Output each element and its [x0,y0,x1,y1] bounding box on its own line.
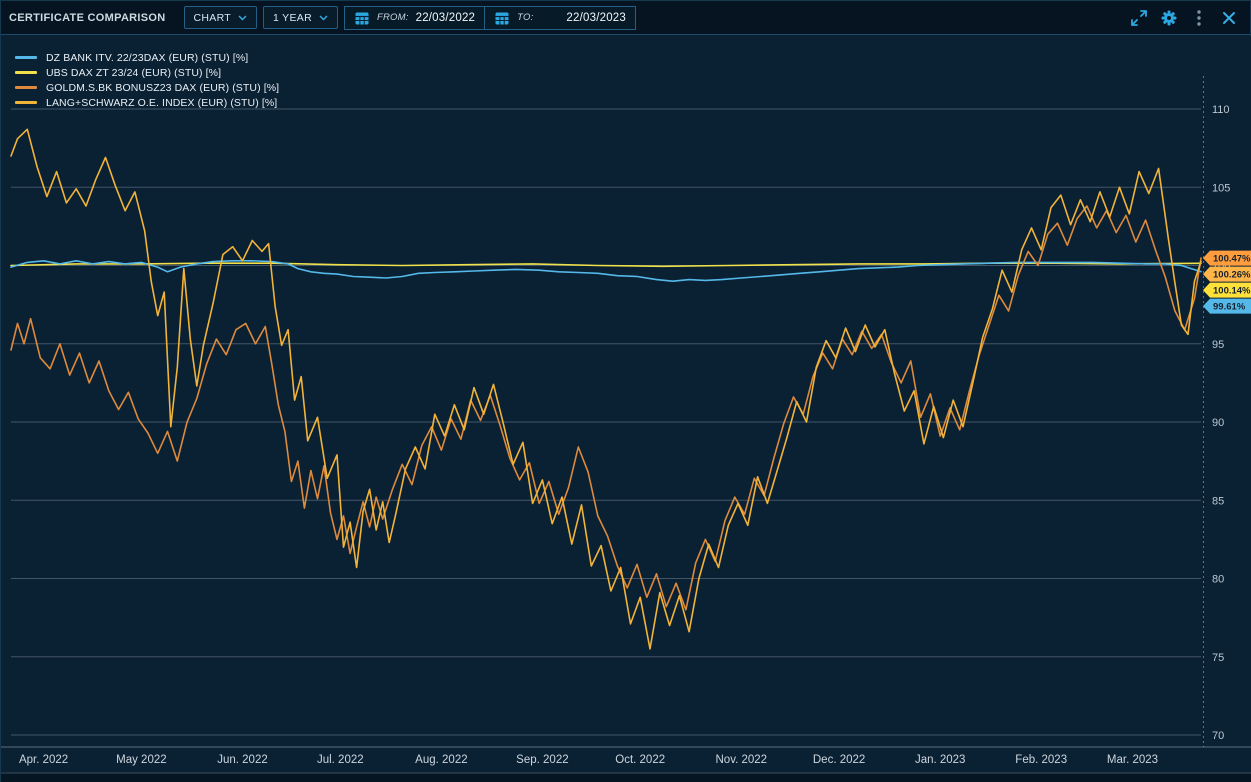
price-tag-value: 100.26% [1213,270,1251,281]
legend-color-swatch [15,56,37,59]
chart-panel: 707580859095100105110Apr. 2022May 2022Ju… [1,36,1251,782]
expand-icon [1129,8,1149,28]
legend-item-ubs[interactable]: UBS DAX ZT 23/24 (EUR) (STU) [%] [15,65,279,80]
settings-button[interactable] [1156,6,1182,30]
y-axis-tick-label: 95 [1212,339,1224,351]
to-date-value[interactable]: 22/03/2023 [566,12,626,24]
comparison-chart[interactable]: 707580859095100105110Apr. 2022May 2022Ju… [1,36,1251,782]
series-line-goldman[interactable] [11,206,1201,610]
price-tag-value: 100.14% [1213,286,1251,297]
x-axis-tick-label: Dec. 2022 [813,754,865,766]
x-axis-tick-label: Feb. 2023 [1015,754,1067,766]
price-tag-value: 99.61% [1213,302,1246,313]
x-axis-tick-label: Mar. 2023 [1107,754,1158,766]
time-range-dropdown-label: 1 YEAR [273,12,312,24]
chevron-down-icon [319,15,328,21]
y-axis-tick-label: 90 [1212,417,1224,429]
from-date-field[interactable]: FROM: 22/03/2022 [344,6,485,30]
legend-color-swatch [15,86,37,89]
legend-item-lang-schwarz[interactable]: LANG+SCHWARZ O.E. INDEX (EUR) (STU) [%] [15,95,279,110]
certificate-comparison-window: CERTIFICATE COMPARISON CHART 1 YEAR FROM… [0,0,1251,782]
legend-label: DZ BANK ITV. 22/23DAX (EUR) (STU) [%] [46,52,248,64]
y-axis-tick-label: 105 [1212,182,1230,194]
y-axis-tick-label: 70 [1212,730,1224,742]
x-axis-tick-label: Oct. 2022 [615,754,665,766]
chevron-down-icon [238,15,247,21]
series-line-lang-schwarz[interactable] [11,129,1201,649]
price-tag-value: 100.47% [1213,254,1251,265]
legend-color-swatch [15,101,37,104]
legend-item-goldman[interactable]: GOLDM.S.BK BONUSZ23 DAX (EUR) (STU) [%] [15,80,279,95]
x-axis-tick-label: Jun. 2022 [217,754,268,766]
more-options-button[interactable] [1186,6,1212,30]
close-button[interactable] [1216,6,1242,30]
page-title: CERTIFICATE COMPARISON [9,12,166,24]
x-axis-tick-label: May 2022 [116,754,167,766]
legend-label: LANG+SCHWARZ O.E. INDEX (EUR) (STU) [%] [46,97,277,109]
calendar-icon[interactable] [494,10,510,26]
last-value-tag-dz-bank: 99.61% [1203,299,1251,314]
gear-icon [1159,8,1179,28]
kebab-menu-icon [1196,9,1202,27]
last-value-tag-ubs: 100.14% [1203,283,1251,298]
x-axis-tick-label: Jul. 2022 [317,754,364,766]
to-label: TO: [517,12,533,23]
x-axis-tick-label: Apr. 2022 [19,754,68,766]
x-axis-tick-label: Jan. 2023 [915,754,966,766]
x-axis-tick-label: Nov. 2022 [716,754,768,766]
chart-type-dropdown-label: CHART [194,12,231,24]
y-axis-tick-label: 85 [1212,495,1224,507]
expand-button[interactable] [1126,6,1152,30]
chart-type-dropdown[interactable]: CHART [184,6,257,29]
to-date-field[interactable]: TO: 22/03/2023 [484,6,636,30]
footer-strip [1,774,1251,782]
y-axis-tick-label: 80 [1212,574,1224,586]
last-value-tag-lang-schwarz: 100.26% [1203,267,1251,282]
legend-item-dz-bank[interactable]: DZ BANK ITV. 22/23DAX (EUR) (STU) [%] [15,50,279,65]
legend-label: UBS DAX ZT 23/24 (EUR) (STU) [%] [46,67,221,79]
calendar-icon[interactable] [354,10,370,26]
close-icon [1221,10,1237,26]
time-range-dropdown[interactable]: 1 YEAR [263,6,338,29]
last-value-tag-goldman: 100.47% [1203,251,1251,266]
y-axis-tick-label: 110 [1212,104,1230,116]
from-date-value[interactable]: 22/03/2022 [416,12,476,24]
x-axis-tick-label: Aug. 2022 [415,754,467,766]
y-axis-tick-label: 75 [1212,652,1224,664]
x-axis-tick-label: Sep. 2022 [516,754,568,766]
from-label: FROM: [377,12,409,23]
chart-legend: DZ BANK ITV. 22/23DAX (EUR) (STU) [%] UBS… [15,50,279,110]
toolbar: CERTIFICATE COMPARISON CHART 1 YEAR FROM… [1,1,1250,35]
legend-color-swatch [15,71,37,74]
legend-label: GOLDM.S.BK BONUSZ23 DAX (EUR) (STU) [%] [46,82,279,94]
